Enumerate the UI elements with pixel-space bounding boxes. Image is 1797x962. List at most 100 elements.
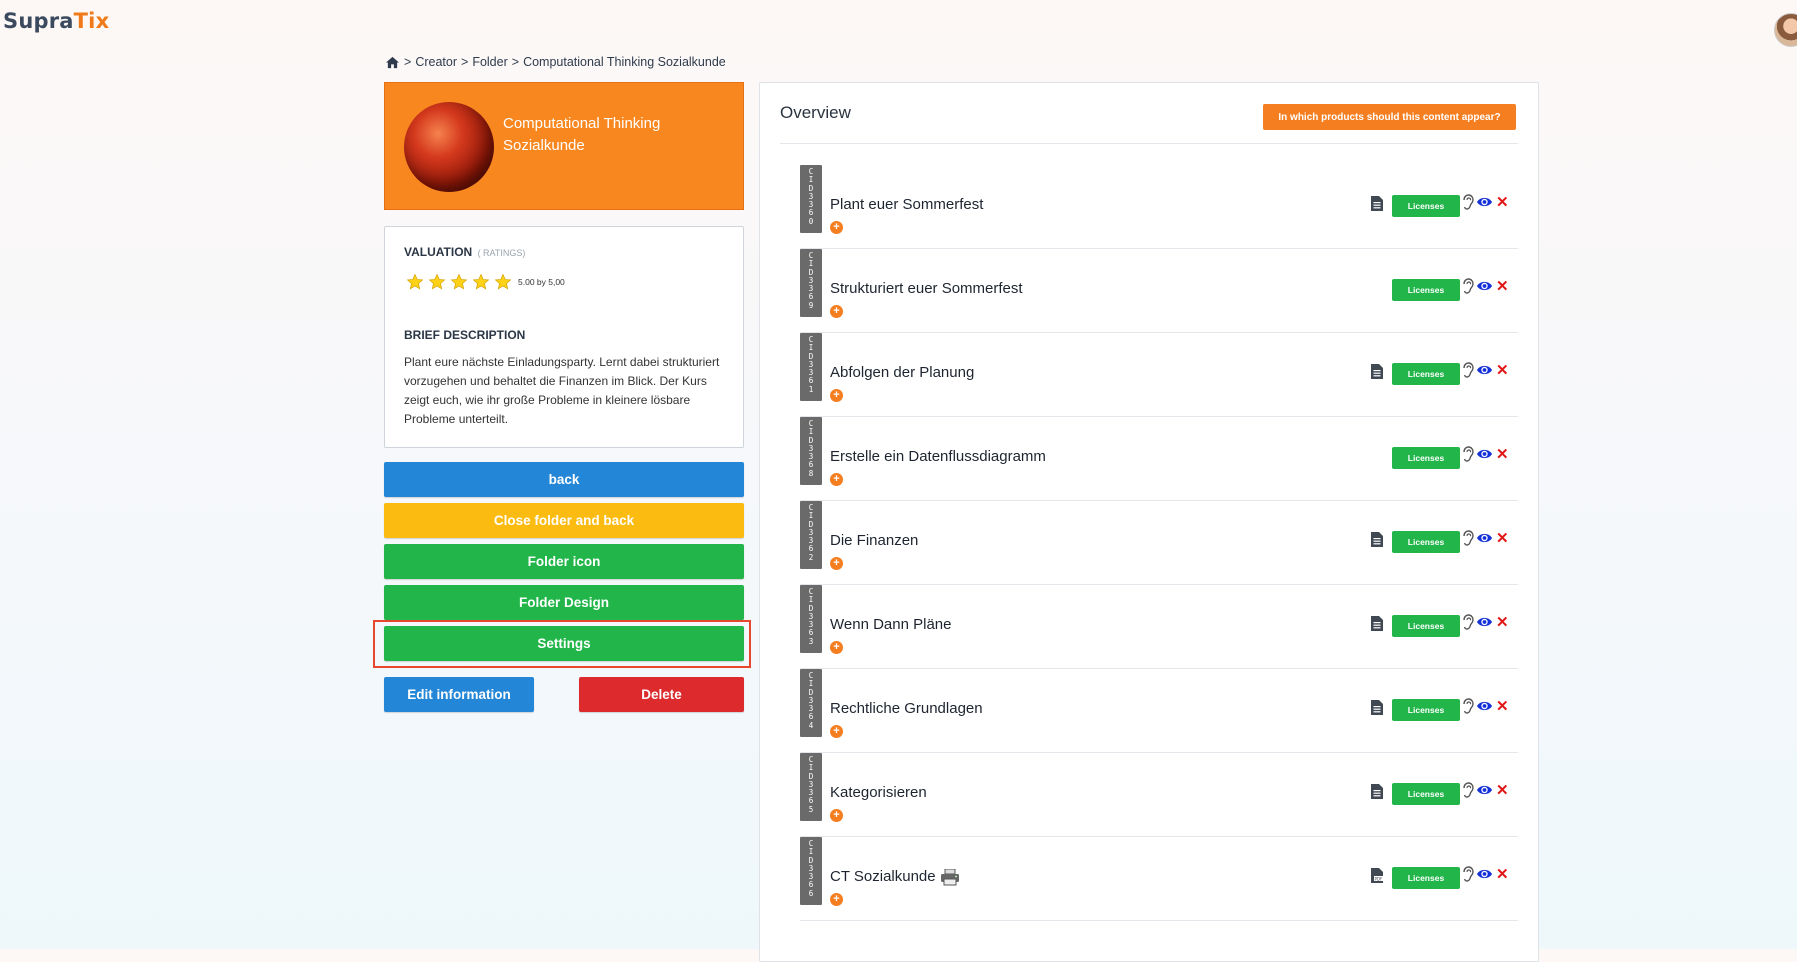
supratix-logo[interactable]: SupraTix: [3, 9, 109, 33]
overview-title: Overview: [780, 103, 851, 122]
brief-description-heading: BRIEF DESCRIPTION: [404, 328, 526, 342]
ear-icon[interactable]: [1460, 446, 1475, 462]
eye-icon[interactable]: [1476, 447, 1493, 461]
content-title[interactable]: Kategorisieren: [830, 784, 927, 801]
close-folder-button[interactable]: Close folder and back: [384, 503, 744, 538]
content-row: C I D 3 3 6 9 Strukturiert euer Sommerfest + Lice…: [800, 249, 1518, 333]
content-row: C I D 3 3 6 3 Wenn Dann Pläne + Licenses ✕: [800, 585, 1518, 669]
row-actions: ✕: [1460, 614, 1509, 630]
valuation-label: VALUATION: [404, 245, 473, 259]
add-icon[interactable]: +: [830, 725, 843, 738]
licenses-button[interactable]: Licenses: [1392, 699, 1460, 721]
add-icon[interactable]: +: [830, 893, 843, 906]
add-icon[interactable]: +: [830, 809, 843, 822]
content-title[interactable]: Wenn Dann Pläne: [830, 616, 951, 633]
licenses-button[interactable]: Licenses: [1392, 195, 1460, 217]
row-actions: ✕: [1460, 194, 1509, 210]
eye-icon[interactable]: [1476, 531, 1493, 545]
content-title[interactable]: CT Sozialkunde: [830, 868, 960, 886]
document-icon[interactable]: [1371, 196, 1383, 211]
ear-icon[interactable]: [1460, 530, 1475, 546]
document-icon[interactable]: [1371, 532, 1383, 547]
breadcrumb-folder[interactable]: Folder: [472, 55, 507, 69]
content-title[interactable]: Rechtliche Grundlagen: [830, 700, 983, 717]
add-icon[interactable]: +: [830, 221, 843, 234]
folder-icon-button[interactable]: Folder icon: [384, 544, 744, 579]
licenses-button[interactable]: Licenses: [1392, 363, 1460, 385]
content-id-badge: CID3363: [800, 585, 822, 653]
ear-icon[interactable]: [1460, 194, 1475, 210]
content-title-text: Strukturiert euer Sommerfest: [830, 280, 1023, 297]
star-icon: [472, 273, 490, 290]
eye-icon[interactable]: [1476, 699, 1493, 713]
content-title[interactable]: Strukturiert euer Sommerfest: [830, 280, 1023, 297]
licenses-button[interactable]: Licenses: [1392, 615, 1460, 637]
remove-icon[interactable]: ✕: [1496, 279, 1509, 294]
content-title-text: Rechtliche Grundlagen: [830, 700, 983, 717]
remove-icon[interactable]: ✕: [1496, 867, 1509, 882]
row-actions: ✕: [1460, 278, 1509, 294]
svg-text:PDF: PDF: [1375, 876, 1383, 881]
document-icon[interactable]: [1371, 700, 1383, 715]
licenses-button[interactable]: Licenses: [1392, 447, 1460, 469]
content-row: C I D 3 3 6 6 CT Sozialkunde + PDF Licenses ✕: [800, 837, 1518, 921]
content-title[interactable]: Die Finanzen: [830, 532, 918, 549]
eye-icon[interactable]: [1476, 363, 1493, 377]
valuation-heading: VALUATION ( RATINGS): [404, 245, 525, 259]
ear-icon[interactable]: [1460, 278, 1475, 294]
document-icon[interactable]: [1371, 364, 1383, 379]
remove-icon[interactable]: ✕: [1496, 531, 1509, 546]
remove-icon[interactable]: ✕: [1496, 783, 1509, 798]
ear-icon[interactable]: [1460, 866, 1475, 882]
content-id-badge: CID3364: [800, 669, 822, 737]
remove-icon[interactable]: ✕: [1496, 699, 1509, 714]
pdf-icon[interactable]: PDF: [1371, 868, 1383, 883]
settings-button[interactable]: Settings: [384, 626, 744, 661]
ear-icon[interactable]: [1460, 698, 1475, 714]
eye-icon[interactable]: [1476, 867, 1493, 881]
printer-icon[interactable]: [940, 868, 960, 886]
row-actions: ✕: [1460, 782, 1509, 798]
home-icon[interactable]: [385, 56, 400, 69]
document-icon[interactable]: [1371, 616, 1383, 631]
content-title[interactable]: Abfolgen der Planung: [830, 364, 974, 381]
add-icon[interactable]: +: [830, 473, 843, 486]
add-icon[interactable]: +: [830, 305, 843, 318]
add-icon[interactable]: +: [830, 641, 843, 654]
licenses-button[interactable]: Licenses: [1392, 783, 1460, 805]
remove-icon[interactable]: ✕: [1496, 195, 1509, 210]
eye-icon[interactable]: [1476, 615, 1493, 629]
content-row: C I D 3 3 6 5 Kategorisieren + Licenses ✕: [800, 753, 1518, 837]
content-title[interactable]: Plant euer Sommerfest: [830, 196, 983, 213]
content-title[interactable]: Erstelle ein Datenflussdiagramm: [830, 448, 1046, 465]
licenses-button[interactable]: Licenses: [1392, 279, 1460, 301]
edit-information-button[interactable]: Edit information: [384, 677, 534, 712]
remove-icon[interactable]: ✕: [1496, 615, 1509, 630]
breadcrumb-sep: >: [404, 55, 412, 69]
user-avatar[interactable]: [1774, 13, 1797, 47]
licenses-button[interactable]: Licenses: [1392, 531, 1460, 553]
document-icon[interactable]: [1371, 784, 1383, 799]
add-icon[interactable]: +: [830, 389, 843, 402]
remove-icon[interactable]: ✕: [1496, 363, 1509, 378]
row-actions: ✕: [1460, 362, 1509, 378]
add-icon[interactable]: +: [830, 557, 843, 570]
eye-icon[interactable]: [1476, 783, 1493, 797]
eye-icon[interactable]: [1476, 195, 1493, 209]
rating-value: 5.00 by 5,00: [518, 277, 565, 287]
delete-button[interactable]: Delete: [579, 677, 744, 712]
back-button[interactable]: back: [384, 462, 744, 497]
content-title-text: Die Finanzen: [830, 532, 919, 549]
breadcrumb-creator[interactable]: Creator: [415, 55, 457, 69]
breadcrumb-current: Computational Thinking Sozialkunde: [523, 55, 726, 69]
eye-icon[interactable]: [1476, 279, 1493, 293]
remove-icon[interactable]: ✕: [1496, 447, 1509, 462]
products-button[interactable]: In which products should this content ap…: [1263, 104, 1516, 130]
folder-design-button[interactable]: Folder Design: [384, 585, 744, 620]
ear-icon[interactable]: [1460, 614, 1475, 630]
ear-icon[interactable]: [1460, 362, 1475, 378]
star-icon: [450, 273, 468, 290]
licenses-button[interactable]: Licenses: [1392, 867, 1460, 889]
ear-icon[interactable]: [1460, 782, 1475, 798]
brief-description-text: Plant eure nächste Einladungsparty. Lern…: [404, 355, 720, 426]
